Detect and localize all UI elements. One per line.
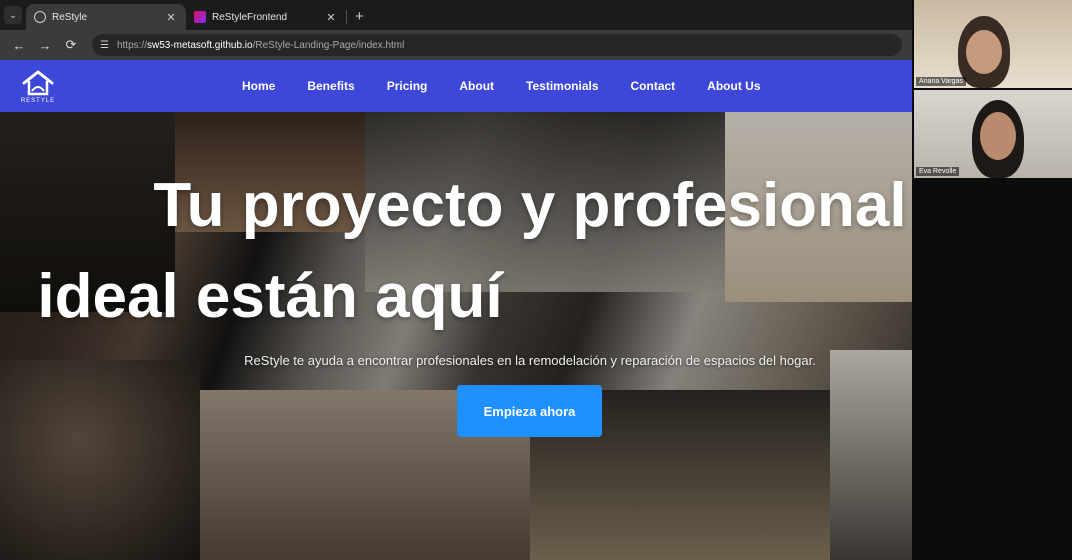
- globe-icon: [34, 11, 46, 23]
- address-bar[interactable]: ☰ https:// sw53-metasoft.github.io /ReSt…: [92, 34, 902, 56]
- url-host: sw53-metasoft.github.io: [146, 39, 253, 51]
- site-info-icon[interactable]: ☰: [100, 40, 109, 51]
- start-now-button[interactable]: Empieza ahora: [457, 385, 602, 437]
- landing-page: RESTYLE Home Benefits Pricing About Test…: [0, 60, 912, 560]
- nav-about[interactable]: About: [459, 79, 494, 93]
- back-arrow-icon[interactable]: ←: [6, 38, 32, 53]
- hero-headline-line-1: Tu proyecto y profesional: [153, 171, 907, 240]
- tab-restyle[interactable]: ReStyle ✕: [26, 4, 186, 30]
- tab-title: ReStyleFrontend: [212, 11, 288, 23]
- logo-text: RESTYLE: [20, 97, 56, 104]
- nav-contact[interactable]: Contact: [631, 79, 676, 93]
- angular-icon: [194, 11, 206, 23]
- participant-name: Eva Revolle: [916, 167, 960, 176]
- browser-toolbar: ← → ⟳ ☰ https:// sw53-metasoft.github.io…: [0, 30, 912, 60]
- forward-arrow-icon[interactable]: →: [32, 38, 58, 53]
- nav-testimonials[interactable]: Testimonials: [526, 79, 598, 93]
- reload-icon[interactable]: ⟳: [58, 37, 84, 53]
- house-icon: [22, 70, 54, 95]
- hero-headline-line-2: ideal están aquí: [37, 262, 503, 331]
- participant-face: [966, 30, 1002, 74]
- nav-benefits[interactable]: Benefits: [307, 79, 354, 93]
- site-navbar: RESTYLE Home Benefits Pricing About Test…: [0, 60, 912, 112]
- url-scheme: https://: [116, 39, 147, 51]
- nav-about-us[interactable]: About Us: [707, 79, 760, 93]
- tab-search-icon[interactable]: ⌄: [4, 6, 22, 24]
- close-tab-icon[interactable]: ✕: [324, 11, 338, 24]
- restyle-logo[interactable]: RESTYLE: [5, 60, 71, 112]
- tab-divider: [346, 10, 347, 24]
- new-tab-button[interactable]: +: [355, 8, 364, 25]
- participant-name: Ariana Vargas: [916, 77, 966, 86]
- nav-pricing[interactable]: Pricing: [387, 79, 428, 93]
- participant-tile[interactable]: Eva Revolle: [914, 90, 1072, 178]
- tab-restyle-frontend[interactable]: ReStyleFrontend ✕: [186, 4, 346, 30]
- close-tab-icon[interactable]: ✕: [164, 11, 178, 24]
- nav-links: Home Benefits Pricing About Testimonials…: [242, 79, 793, 93]
- nav-home[interactable]: Home: [242, 79, 275, 93]
- participant-tile[interactable]: Ariana Vargas: [914, 0, 1072, 88]
- tab-title: ReStyle: [52, 11, 88, 23]
- hero-subtitle: ReStyle te ayuda a encontrar profesional…: [244, 353, 816, 368]
- video-call-panel: Ariana Vargas Eva Revolle: [912, 0, 1072, 560]
- participant-face: [980, 112, 1016, 160]
- url-path: /ReStyle-Landing-Page/index.html: [252, 39, 405, 51]
- browser-tab-bar: ⌄ ReStyle ✕ ReStyleFrontend ✕ +: [0, 0, 912, 30]
